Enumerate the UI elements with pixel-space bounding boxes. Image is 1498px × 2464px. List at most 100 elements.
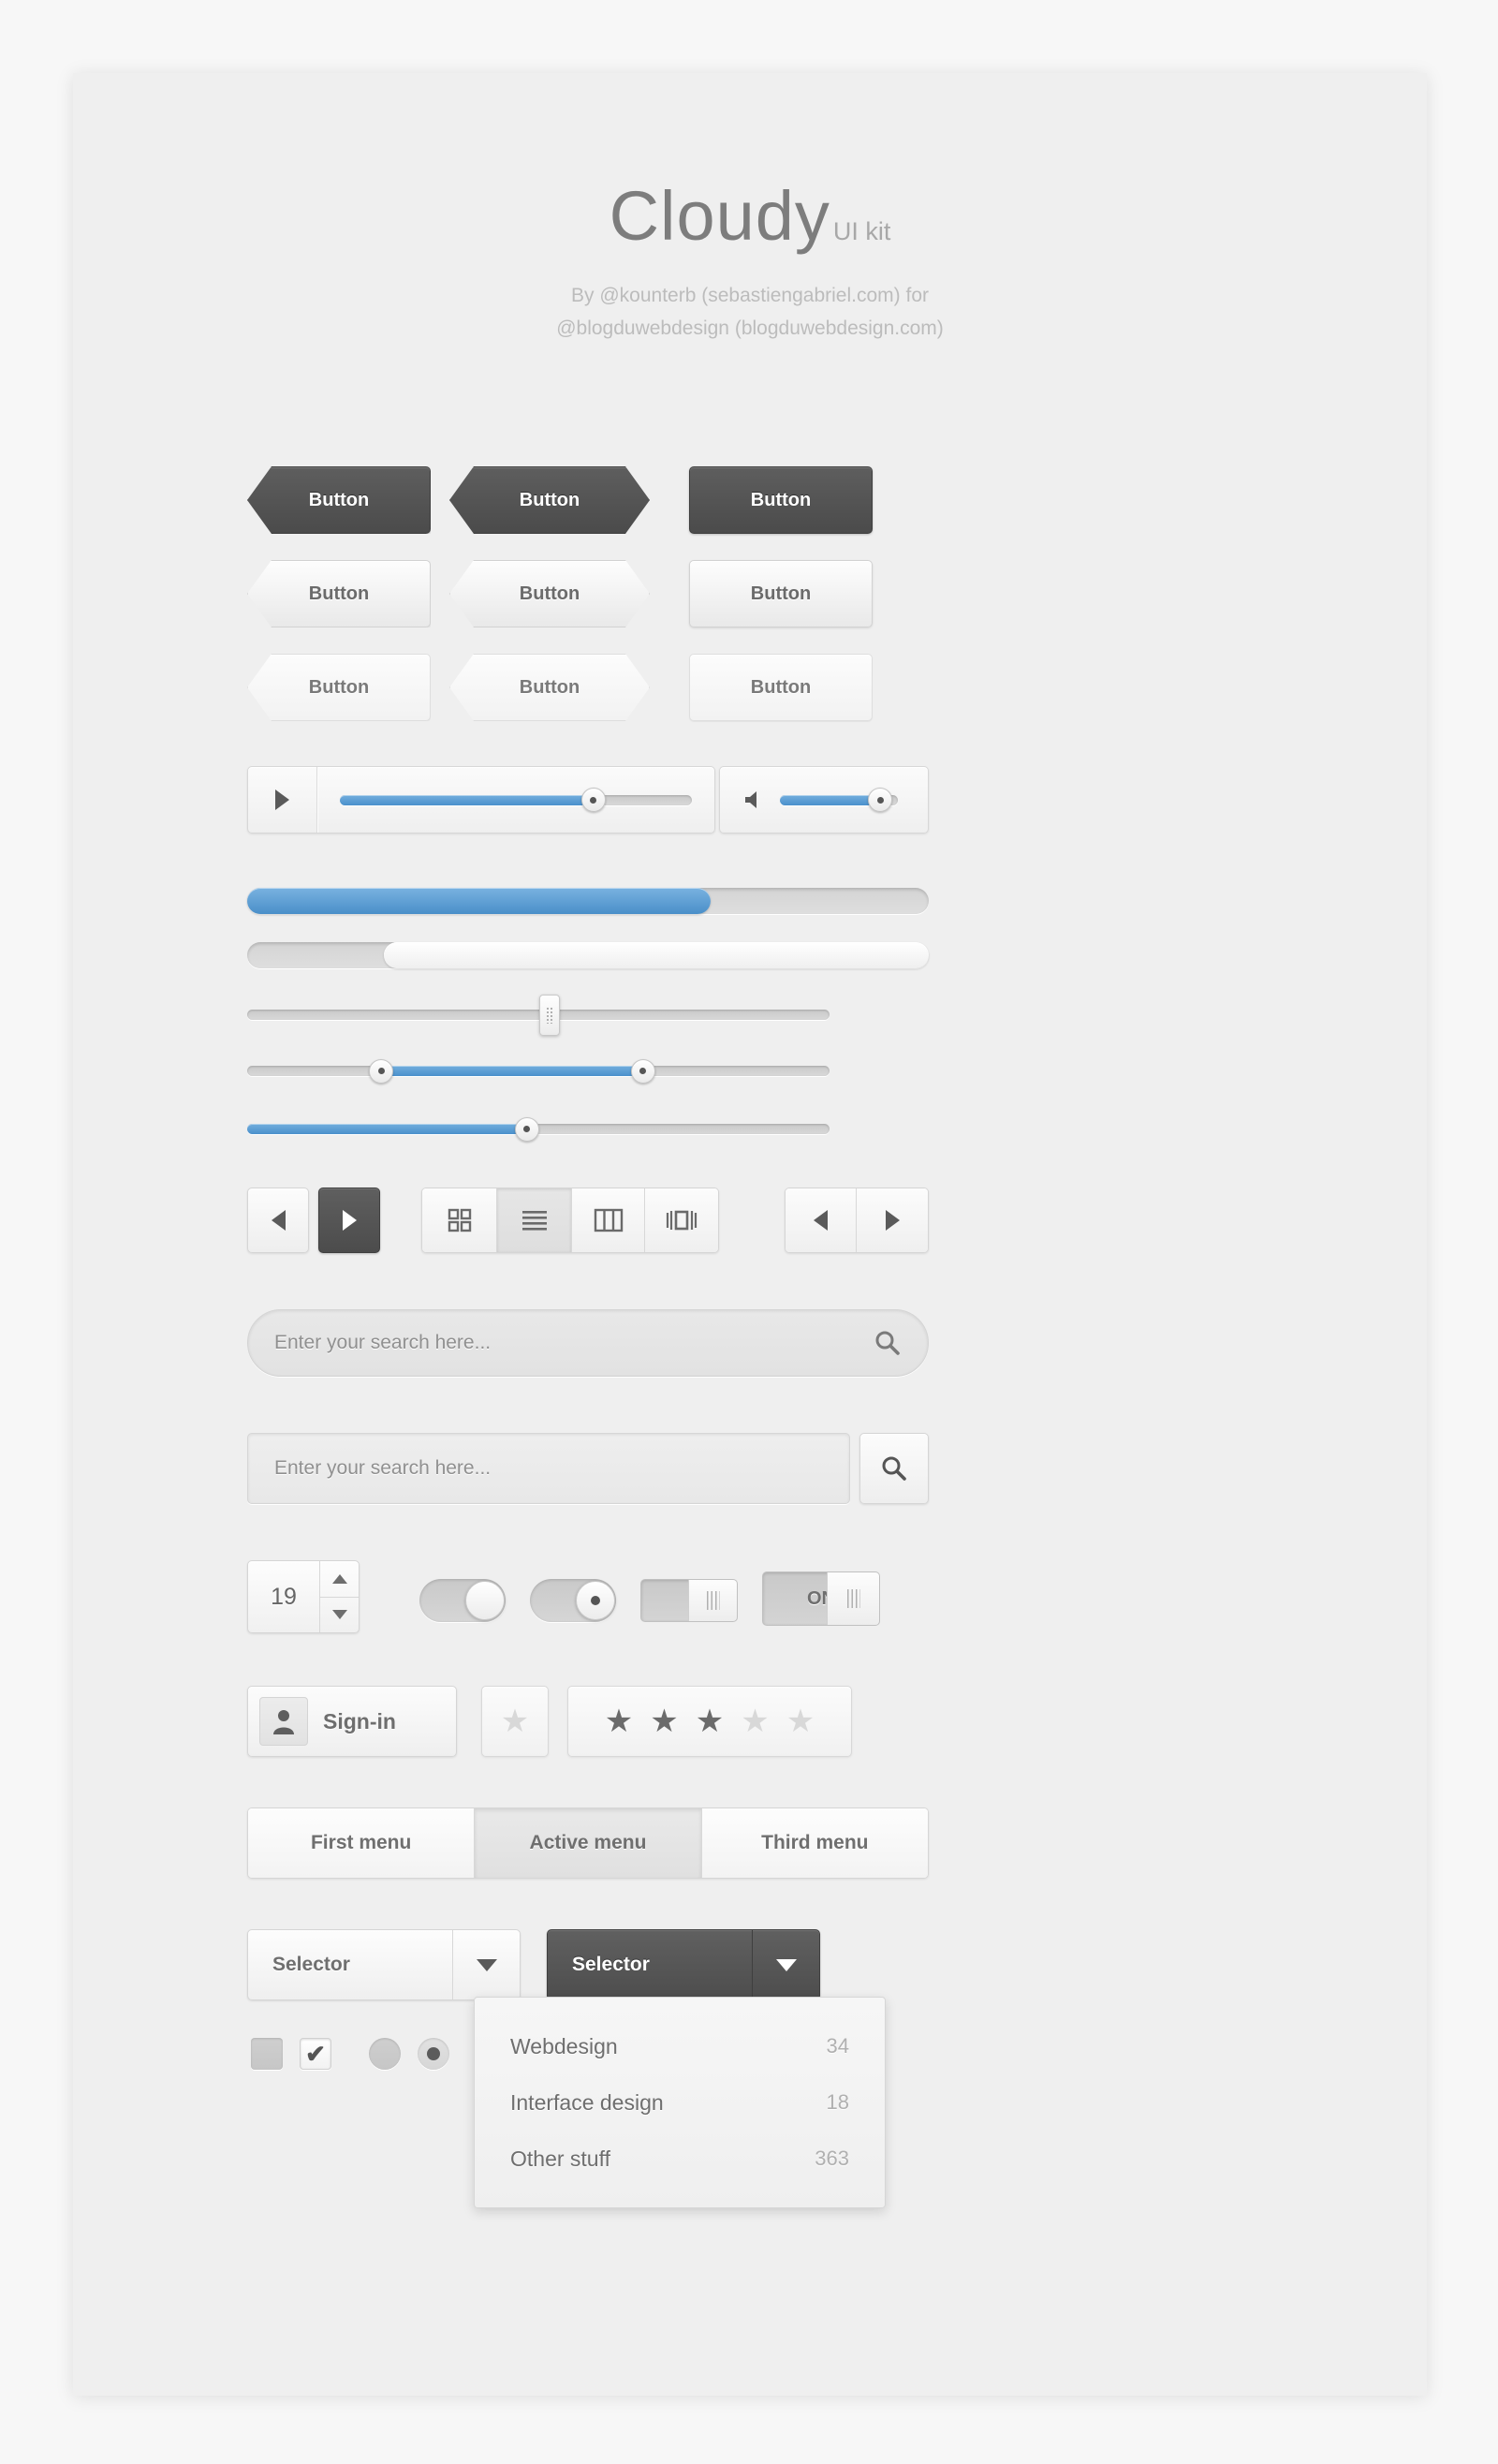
pagination-group xyxy=(785,1188,929,1253)
volume-track[interactable] xyxy=(780,788,898,812)
menu-item[interactable]: Interface design 18 xyxy=(475,2074,885,2131)
caret-down-icon xyxy=(331,1610,347,1620)
button-dark-both[interactable]: Button xyxy=(449,466,650,534)
view-grid-button[interactable] xyxy=(422,1188,497,1252)
menu-item-count: 363 xyxy=(815,2147,849,2170)
stepper-value[interactable]: 19 xyxy=(248,1561,319,1632)
toggle-switch-rect[interactable] xyxy=(640,1579,738,1622)
stepper-down-button[interactable] xyxy=(320,1598,359,1633)
button-flat-rect[interactable]: Button xyxy=(689,654,873,721)
grip-lines-icon xyxy=(706,1591,720,1610)
slider-fill[interactable] xyxy=(247,1116,830,1142)
toggle-knob[interactable] xyxy=(827,1572,879,1625)
brand-subtitle: UI kit xyxy=(832,217,891,245)
menu-item-count: 34 xyxy=(826,2034,849,2058)
brand-name: Cloudy xyxy=(609,177,830,255)
star-icon[interactable]: ★ xyxy=(741,1705,769,1737)
button-label: Button xyxy=(519,583,580,604)
slider-range-knob-high[interactable] xyxy=(630,1058,655,1084)
button-flat-both[interactable]: Button xyxy=(449,654,650,721)
toggle-switch-plain[interactable] xyxy=(419,1579,506,1622)
stepper-arrows xyxy=(319,1561,359,1632)
view-coverflow-button[interactable] xyxy=(645,1188,718,1252)
star-icon[interactable]: ★ xyxy=(786,1705,815,1737)
ui-kit-page: Cloudy UI kit By @kounterb (sebastiengabr… xyxy=(0,0,1498,2464)
radio-selected[interactable] xyxy=(418,2038,449,2070)
button-label: Button xyxy=(519,676,580,698)
pagination-prev-button[interactable] xyxy=(786,1188,857,1252)
search-box[interactable]: Enter your search here... xyxy=(247,1433,850,1504)
speaker-icon-wrap[interactable] xyxy=(737,767,772,833)
star-icon[interactable]: ★ xyxy=(605,1705,633,1737)
search-pill[interactable]: Enter your search here... xyxy=(247,1309,929,1377)
arrow-right-icon xyxy=(342,1210,357,1231)
toggle-switch-on[interactable]: ON xyxy=(762,1571,880,1626)
button-flat-left[interactable]: Button xyxy=(247,654,431,721)
pagination-next-button[interactable] xyxy=(857,1188,928,1252)
toggle-switch-dot[interactable] xyxy=(530,1579,616,1622)
menu-tabs: First menu Active menu Third menu xyxy=(247,1807,929,1879)
button-label: Button xyxy=(750,489,812,510)
view-column-button[interactable] xyxy=(572,1188,645,1252)
brand-title: Cloudy UI kit xyxy=(609,176,891,256)
slider-fill-knob[interactable] xyxy=(514,1116,539,1142)
selector-arrow-button[interactable] xyxy=(752,1930,819,1999)
tab-first-menu[interactable]: First menu xyxy=(248,1808,476,1878)
slider-grip-handle[interactable] xyxy=(539,994,561,1036)
column-view-icon xyxy=(594,1208,623,1232)
search-pill-input[interactable]: Enter your search here... xyxy=(274,1332,874,1354)
checkbox-unchecked[interactable] xyxy=(251,2038,283,2070)
selector-light[interactable]: Selector xyxy=(247,1929,521,2000)
number-stepper[interactable]: 19 xyxy=(247,1560,360,1633)
button-dark-rect[interactable]: Button xyxy=(689,466,873,534)
volume-knob[interactable] xyxy=(868,788,893,812)
search-icon xyxy=(882,1456,906,1481)
dropdown-menu: Webdesign 34 Interface design 18 Other s… xyxy=(474,1997,886,2208)
menu-item[interactable]: Webdesign 34 xyxy=(475,2018,885,2074)
toolbar-next-button-active[interactable] xyxy=(318,1188,380,1253)
selector-label: Selector xyxy=(572,1954,650,1975)
slider-range-knob-low[interactable] xyxy=(369,1058,394,1084)
button-light-both[interactable]: Button xyxy=(449,560,650,627)
signin-button[interactable]: Sign-in xyxy=(247,1686,457,1757)
menu-item-label: Other stuff xyxy=(510,2146,610,2171)
star-icon[interactable]: ★ xyxy=(696,1705,724,1737)
view-list-button[interactable] xyxy=(497,1188,572,1252)
slider-fill-progress xyxy=(247,1124,527,1134)
button-label: Button xyxy=(308,676,370,698)
single-star-button[interactable]: ★ xyxy=(481,1686,549,1757)
checkbox-checked[interactable]: ✔ xyxy=(300,2038,331,2070)
volume-slider[interactable] xyxy=(772,767,911,833)
search-box-input[interactable]: Enter your search here... xyxy=(248,1434,491,1503)
play-icon xyxy=(275,789,289,810)
toggle-knob[interactable] xyxy=(576,1581,615,1620)
playback-slider[interactable] xyxy=(317,767,714,833)
button-label: Button xyxy=(308,583,370,604)
toolbar-prev-button[interactable] xyxy=(247,1188,309,1253)
button-label: Button xyxy=(750,583,812,604)
star-icon[interactable]: ★ xyxy=(650,1705,678,1737)
button-light-rect[interactable]: Button xyxy=(689,560,873,627)
search-submit-button[interactable] xyxy=(859,1433,929,1504)
toggle-knob[interactable] xyxy=(688,1580,737,1621)
star-rating[interactable]: ★ ★ ★ ★ ★ xyxy=(567,1686,852,1757)
playback-track[interactable] xyxy=(340,788,692,812)
selector-dark[interactable]: Selector xyxy=(547,1929,820,2000)
speaker-icon xyxy=(745,791,756,808)
slider-range[interactable] xyxy=(247,1058,830,1084)
radio-unselected[interactable] xyxy=(369,2038,401,2070)
toggle-knob[interactable] xyxy=(465,1581,505,1620)
slider-grip[interactable] xyxy=(247,994,830,1036)
selector-arrow-button[interactable] xyxy=(452,1930,520,1999)
stepper-up-button[interactable] xyxy=(320,1561,359,1598)
button-light-left[interactable]: Button xyxy=(247,560,431,627)
tab-third-menu[interactable]: Third menu xyxy=(701,1808,928,1878)
search-icon[interactable] xyxy=(874,1329,902,1357)
play-button[interactable] xyxy=(248,767,317,833)
tab-label: First menu xyxy=(310,1832,412,1853)
tab-active-menu[interactable]: Active menu xyxy=(475,1808,702,1878)
volume-bar xyxy=(719,766,929,834)
playback-knob[interactable] xyxy=(580,788,606,812)
menu-item[interactable]: Other stuff 363 xyxy=(475,2131,885,2187)
button-dark-left[interactable]: Button xyxy=(247,466,431,534)
